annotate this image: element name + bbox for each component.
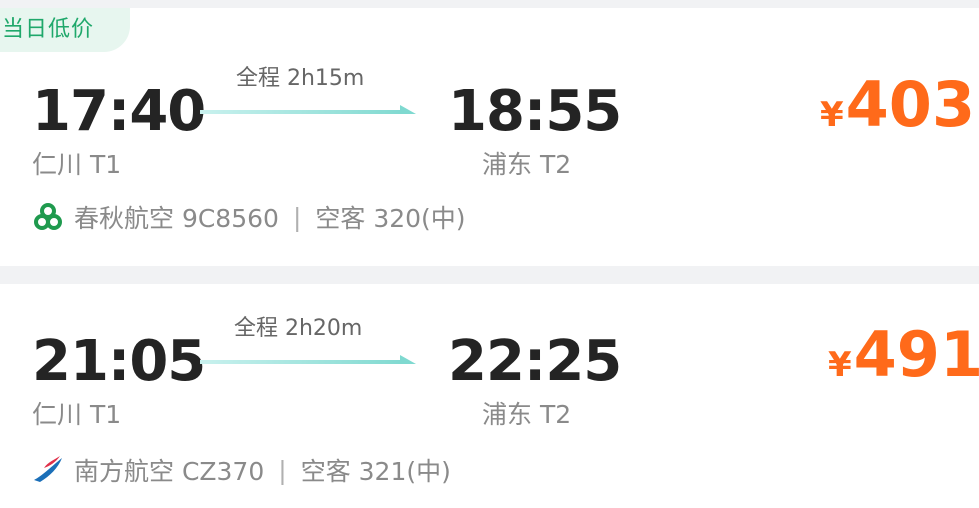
price-amount: 491 (853, 318, 979, 391)
low-price-tag: 当日低价 (0, 8, 130, 52)
flight-card[interactable]: 21:05 全程 2h20m 22:25 仁川 T1 浦东 T2 ¥491 南方… (0, 284, 979, 508)
arrival-time: 18:55 (448, 79, 622, 144)
airline-flight-number: 春秋航空 9C8560 (74, 204, 279, 233)
airline-flight-number: 南方航空 CZ370 (74, 457, 265, 486)
flight-duration: 全程 2h20m (234, 316, 363, 341)
departure-time: 21:05 (32, 329, 206, 394)
separator: | (292, 202, 302, 232)
airline-info: 春秋航空 9C8560 | 空客 320(中) (32, 201, 466, 233)
aircraft-type: 空客 320(中) (315, 204, 466, 233)
airline-info: 南方航空 CZ370 | 空客 321(中) (32, 454, 451, 486)
price[interactable]: ¥491 (828, 324, 979, 386)
arrival-airport: 浦东 T2 (482, 400, 572, 429)
aircraft-type: 空客 321(中) (300, 457, 451, 486)
currency-symbol: ¥ (828, 345, 852, 385)
flight-arrow-icon (200, 105, 416, 114)
china-southern-logo-icon (34, 456, 62, 482)
arrival-airport: 浦东 T2 (482, 150, 572, 179)
flight-arrow-icon (200, 355, 416, 364)
departure-airport: 仁川 T1 (32, 150, 122, 179)
currency-symbol: ¥ (820, 95, 844, 135)
departure-airport: 仁川 T1 (32, 400, 122, 429)
flight-card[interactable]: 当日低价 17:40 全程 2h15m 18:55 仁川 T1 浦东 T2 ¥4… (0, 8, 979, 266)
price-amount: 403 (845, 68, 976, 141)
price[interactable]: ¥403 (820, 74, 975, 136)
separator: | (278, 455, 287, 485)
spring-airlines-logo-icon (34, 203, 62, 230)
arrival-time: 22:25 (448, 329, 622, 394)
flight-duration: 全程 2h15m (236, 66, 365, 91)
departure-time: 17:40 (32, 79, 206, 144)
